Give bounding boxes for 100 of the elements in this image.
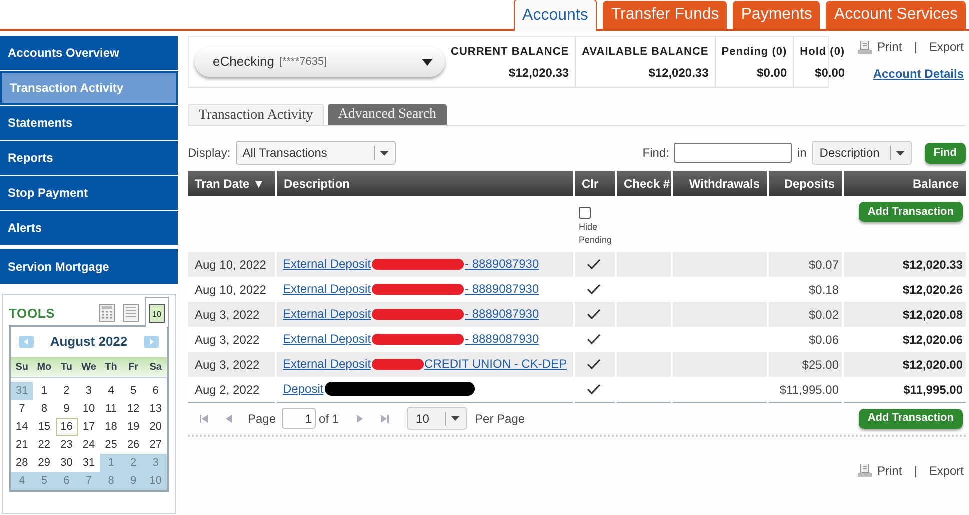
balance-value: $12,020.33 — [509, 64, 570, 82]
transaction-link[interactable]: External Deposit — [283, 281, 372, 297]
calendar-day[interactable]: 12 — [122, 400, 145, 418]
print-link[interactable]: Print — [878, 462, 902, 480]
first-page-icon[interactable] — [200, 414, 208, 422]
calendar-day[interactable]: 29 — [33, 454, 56, 472]
balance-value: $0.00 — [757, 64, 788, 82]
export-link[interactable]: Export — [929, 462, 964, 480]
transaction-link[interactable]: External Deposit — [283, 331, 372, 347]
last-page-icon[interactable] — [381, 414, 390, 422]
sidebar-item[interactable]: Stop Payment — [0, 176, 178, 210]
transaction-link[interactable]: External Deposit — [283, 256, 372, 272]
sidebar-item[interactable]: Statements — [0, 106, 178, 140]
calendar-day[interactable]: 5 — [122, 382, 145, 400]
calendar-day[interactable]: 28 — [11, 454, 34, 472]
column-header: Deposits — [768, 171, 843, 196]
transaction-link[interactable]: - 8889087930 — [465, 306, 540, 322]
calculator-icon[interactable] — [99, 304, 115, 322]
in-label: in — [797, 145, 807, 162]
calendar-day[interactable]: 21 — [11, 436, 34, 454]
calendar-day[interactable]: 30 — [56, 454, 78, 472]
find-field[interactable] — [674, 143, 792, 163]
transaction-link[interactable]: External Deposit — [283, 356, 372, 372]
transaction-link[interactable]: External Deposit — [283, 306, 372, 322]
next-page-icon[interactable] — [357, 414, 364, 422]
balance-value: $0.00 — [815, 64, 846, 82]
field-dropdown[interactable]: Description — [812, 141, 912, 165]
sidebar-item[interactable]: Servion Mortgage — [0, 249, 178, 284]
calendar-day[interactable]: 3 — [78, 382, 100, 400]
weekday-label: Tu — [60, 360, 74, 374]
column-header: Check # — [616, 171, 672, 196]
display-dropdown[interactable]: All Transactions — [236, 141, 396, 165]
print-link[interactable]: Print — [878, 38, 902, 56]
calendar-day[interactable]: 24 — [78, 436, 100, 454]
calendar-day[interactable]: 9 — [56, 400, 78, 418]
account-details-link[interactable]: Account Details — [873, 65, 964, 83]
calendar-day[interactable]: 25 — [100, 436, 122, 454]
printer-icon[interactable] — [858, 40, 872, 54]
calendar-day[interactable]: 17 — [78, 418, 100, 436]
calendar-day[interactable]: 4 — [100, 382, 122, 400]
nav-tab[interactable]: Transfer Funds — [603, 1, 728, 29]
table-cell: Aug 2, 2022 — [188, 377, 276, 402]
calendar-day[interactable]: 7 — [11, 400, 34, 418]
calendar-day[interactable]: 15 — [33, 418, 56, 436]
calendar-day[interactable]: 1 — [33, 382, 56, 400]
calendar-day[interactable]: 16 — [56, 418, 78, 436]
calendar-day[interactable]: 14 — [11, 418, 34, 436]
next-month-icon[interactable] — [144, 336, 159, 348]
calendar-day[interactable]: 6 — [144, 382, 167, 400]
calendar-day[interactable]: 19 — [122, 418, 145, 436]
calendar-day[interactable]: 8 — [33, 400, 56, 418]
calendar-day[interactable]: 11 — [100, 400, 122, 418]
table-cell: $0.07 — [768, 252, 843, 277]
add-transaction-button[interactable]: Add Transaction — [858, 202, 963, 222]
calendar-day[interactable]: 2 — [56, 382, 78, 400]
transaction-link[interactable]: CREDIT UNION - CK-DEP — [424, 356, 567, 372]
nav-tab[interactable]: Accounts — [514, 0, 598, 31]
balance-label: Hold (0) — [800, 45, 846, 60]
transaction-link[interactable]: - 8889087930 — [465, 331, 540, 347]
calendar-day[interactable]: 22 — [33, 436, 56, 454]
transaction-link[interactable]: Deposit — [283, 381, 324, 397]
calendar-day[interactable]: 23 — [56, 436, 78, 454]
table-cell: $12,020.26 — [843, 277, 966, 302]
nav-tab[interactable]: Account Services — [826, 1, 966, 29]
sidebar-item[interactable]: Reports — [0, 141, 178, 175]
calendar-day[interactable]: 27 — [144, 436, 167, 454]
calendar-day[interactable]: 26 — [122, 436, 145, 454]
page-field[interactable]: 1 — [282, 408, 316, 429]
sidebar-item[interactable]: Accounts Overview — [0, 36, 178, 70]
calendar-icon[interactable]: 10 — [149, 304, 165, 323]
sidebar-item[interactable]: Alerts — [0, 211, 178, 245]
nav-tab[interactable]: Payments — [733, 1, 820, 29]
document-icon[interactable] — [123, 304, 139, 322]
calendar-day[interactable]: 18 — [100, 418, 122, 436]
previous-month-icon[interactable] — [19, 336, 34, 348]
find-button[interactable]: Find — [924, 142, 966, 164]
display-label: Display: — [188, 145, 231, 162]
account-dropdown[interactable]: eChecking [****7635] — [195, 47, 445, 77]
calendar-day[interactable]: 31 — [78, 454, 100, 472]
calendar-day[interactable]: 10 — [78, 400, 100, 418]
per-page-dropdown[interactable]: 10 — [407, 407, 468, 430]
printer-icon[interactable] — [858, 464, 872, 477]
add-transaction-button[interactable]: Add Transaction — [858, 408, 963, 428]
view-tab[interactable]: Transaction Activity — [188, 104, 324, 125]
transaction-link[interactable]: - 8889087930 — [465, 256, 540, 272]
calendar-day[interactable]: 13 — [144, 400, 167, 418]
hide-pending-checkbox[interactable] — [579, 207, 591, 219]
transaction-link[interactable]: - 8889087930 — [465, 281, 540, 297]
column-header: Balance — [843, 171, 966, 196]
page-count: of 1 — [319, 410, 340, 428]
view-tab[interactable]: Advanced Search — [328, 104, 447, 125]
previous-page-icon[interactable] — [226, 414, 232, 422]
export-link[interactable]: Export — [929, 38, 964, 56]
column-header[interactable]: Tran Date ▼ — [188, 171, 276, 196]
table-cell: Aug 3, 2022 — [188, 352, 276, 377]
weekday-label: Fr — [128, 360, 140, 374]
balance-label: AVAILABLE BALANCE — [582, 45, 709, 60]
separator: | — [914, 39, 918, 56]
calendar-day[interactable]: 20 — [144, 418, 167, 436]
month-title: August 2022 — [50, 333, 128, 352]
